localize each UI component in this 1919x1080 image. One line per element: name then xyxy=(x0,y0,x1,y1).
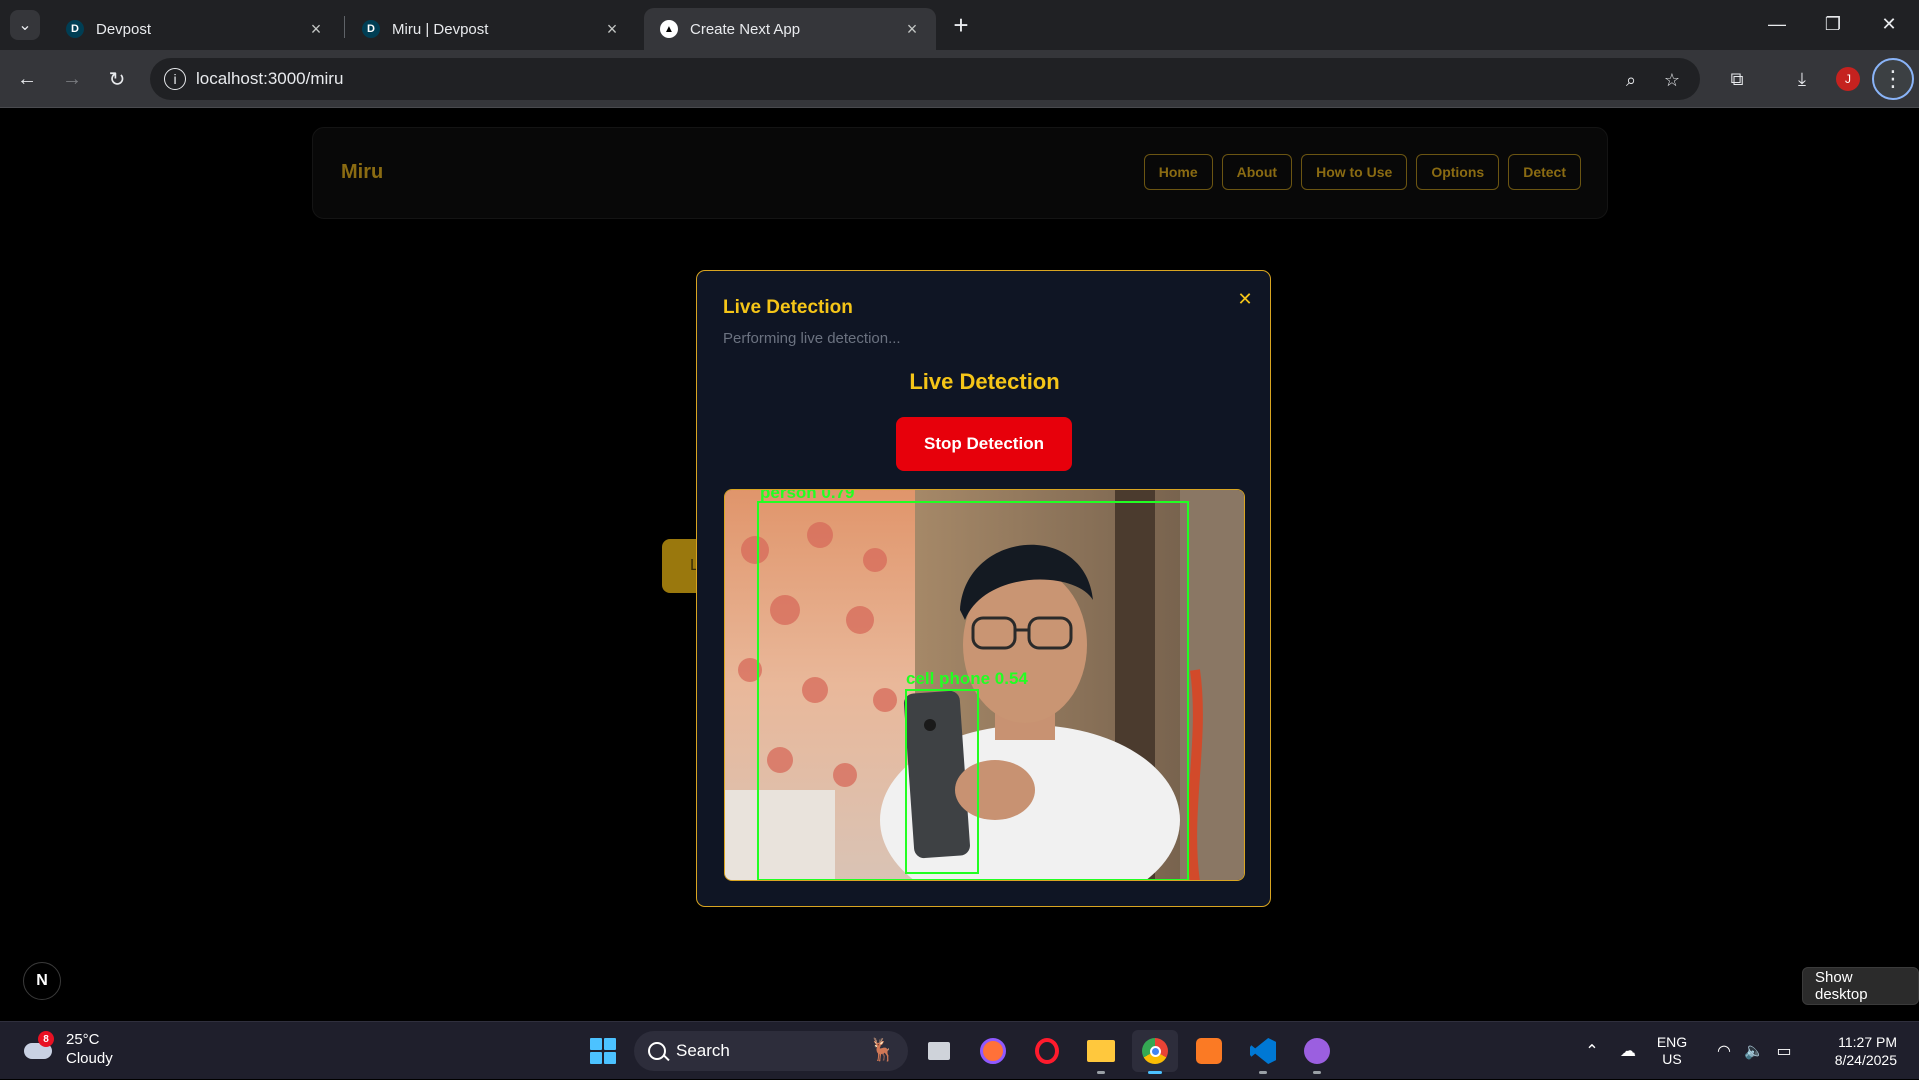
bookmark-star-icon[interactable]: ☆ xyxy=(1660,68,1684,92)
tab-title: Devpost xyxy=(96,20,152,38)
nav-how-to-use-button[interactable]: How to Use xyxy=(1301,154,1408,190)
volume-icon[interactable]: 🔈 xyxy=(1739,1041,1769,1061)
clock-time: 11:27 PM xyxy=(1838,1034,1897,1050)
zoom-icon[interactable]: ⌕ xyxy=(1619,68,1643,92)
modal-subtitle: Performing live detection... xyxy=(723,330,901,347)
language-indicator[interactable]: ENG US xyxy=(1649,1034,1695,1068)
browser-toolbar: ← → ↻ i localhost:3000/miru ⌕ ☆ ⧉ ⤓ xyxy=(0,50,1919,108)
tab-separator xyxy=(344,16,345,38)
xampp-icon[interactable] xyxy=(1186,1030,1232,1072)
chevron-down-icon: ⌄ xyxy=(18,17,32,34)
deer-search-highlight-icon: 🦌 xyxy=(868,1037,896,1062)
vscode-icon[interactable] xyxy=(1240,1030,1286,1074)
show-desktop-tooltip: Show desktop xyxy=(1802,967,1919,1005)
cloud-icon: 8 xyxy=(22,1031,56,1061)
extensions-icon[interactable]: ⧉ xyxy=(1722,64,1752,94)
wifi-icon[interactable]: ◠ xyxy=(1709,1041,1739,1061)
webcam-frame-image: person 0.79 cell phone 0.54 xyxy=(725,490,1244,880)
close-icon[interactable]: × xyxy=(902,19,922,40)
clock[interactable]: 11:27 PM 8/24/2025 xyxy=(1799,1033,1919,1069)
restore-icon[interactable]: ❐ xyxy=(1810,8,1856,40)
clock-date: 8/24/2025 xyxy=(1834,1052,1897,1068)
devpost-favicon-icon: D xyxy=(66,20,84,38)
reload-icon[interactable]: ↻ xyxy=(102,64,132,94)
region-code: US xyxy=(1662,1051,1682,1067)
file-explorer-icon[interactable] xyxy=(1078,1030,1124,1074)
close-icon[interactable]: × xyxy=(306,19,326,40)
nextjs-dev-indicator[interactable]: N xyxy=(23,962,61,1000)
search-icon xyxy=(648,1042,666,1060)
tab-devpost[interactable]: D Devpost × xyxy=(50,8,340,50)
url-text: localhost:3000/miru xyxy=(196,69,344,88)
firefox-icon[interactable] xyxy=(970,1030,1016,1072)
battery-icon[interactable]: ▭ xyxy=(1769,1041,1799,1061)
windows-taskbar: 8 25°C Cloudy Search 🦌 ⌃ ☁ ENG US ◠ 🔈 ▭ … xyxy=(0,1021,1919,1079)
download-icon[interactable]: ⤓ xyxy=(1787,64,1817,94)
browser-menu-icon[interactable]: ⋮ xyxy=(1872,58,1914,100)
tab-create-next-app[interactable]: ▲ Create Next App × xyxy=(644,8,936,50)
address-bar[interactable]: i localhost:3000/miru ⌕ ☆ xyxy=(150,58,1700,100)
weather-badge: 8 xyxy=(38,1031,54,1047)
chrome-icon[interactable] xyxy=(1132,1030,1178,1074)
system-tray: ⌃ ☁ ENG US ◠ 🔈 ▭ 11:27 PM 8/24/2025 xyxy=(1577,1022,1919,1080)
tab-search-button[interactable]: ⌄ xyxy=(10,10,40,40)
forward-arrow-icon[interactable]: → xyxy=(57,64,87,94)
live-detection-modal: Live Detection Performing live detection… xyxy=(696,270,1271,907)
close-icon[interactable]: × xyxy=(602,19,622,40)
person-detection-label: person 0.79 xyxy=(760,490,855,502)
nav-options-button[interactable]: Options xyxy=(1416,154,1500,190)
github-desktop-icon[interactable] xyxy=(1294,1030,1340,1074)
minimize-icon[interactable]: — xyxy=(1754,8,1800,40)
modal-heading: Live Detection xyxy=(909,369,1060,394)
tab-title: Miru | Devpost xyxy=(392,20,489,38)
onedrive-icon[interactable]: ☁ xyxy=(1607,1041,1649,1061)
stop-detection-button[interactable]: Stop Detection xyxy=(896,417,1072,471)
language-code: ENG xyxy=(1656,1034,1688,1050)
weather-widget[interactable]: 8 25°C Cloudy xyxy=(22,1030,113,1068)
chevron-up-icon[interactable]: ⌃ xyxy=(1577,1041,1607,1061)
new-tab-plus-icon[interactable]: + xyxy=(946,10,976,40)
site-brand[interactable]: Miru xyxy=(341,161,383,184)
search-label: Search xyxy=(676,1041,730,1060)
temperature: 25°C xyxy=(66,1031,100,1048)
taskbar-apps: Search 🦌 xyxy=(580,1030,1340,1074)
back-arrow-icon[interactable]: ← xyxy=(12,64,42,94)
nav-links: Home About How to Use Options Detect xyxy=(1143,154,1581,190)
tab-title: Create Next App xyxy=(690,20,801,38)
opera-icon[interactable] xyxy=(1024,1030,1070,1072)
nav-about-button[interactable]: About xyxy=(1221,154,1293,190)
browser-tab-strip: ⌄ D Devpost × D Miru | Devpost × ▲ Creat… xyxy=(0,0,1919,50)
devpost-favicon-icon: D xyxy=(362,20,380,38)
tab-miru-devpost[interactable]: D Miru | Devpost × xyxy=(346,8,636,50)
taskbar-search[interactable]: Search 🦌 xyxy=(634,1031,908,1071)
webcam-feed: person 0.79 cell phone 0.54 xyxy=(724,489,1245,881)
nav-home-button[interactable]: Home xyxy=(1143,154,1213,190)
nextjs-favicon-icon: ▲ xyxy=(660,20,678,38)
site-info-icon[interactable]: i xyxy=(164,68,186,90)
site-navbar: Miru Home About How to Use Options Detec… xyxy=(312,127,1608,219)
profile-avatar[interactable]: J xyxy=(1836,67,1860,91)
start-button[interactable] xyxy=(580,1030,626,1072)
weather-condition: Cloudy xyxy=(66,1050,113,1067)
nav-detect-button[interactable]: Detect xyxy=(1508,154,1581,190)
cell-phone-detection-label: cell phone 0.54 xyxy=(906,669,1028,688)
modal-close-icon[interactable]: ✕ xyxy=(1233,287,1257,311)
windows-logo-icon xyxy=(590,1038,616,1064)
modal-title: Live Detection xyxy=(723,297,853,318)
task-view-icon[interactable] xyxy=(916,1030,962,1072)
window-close-icon[interactable]: ✕ xyxy=(1866,8,1912,40)
